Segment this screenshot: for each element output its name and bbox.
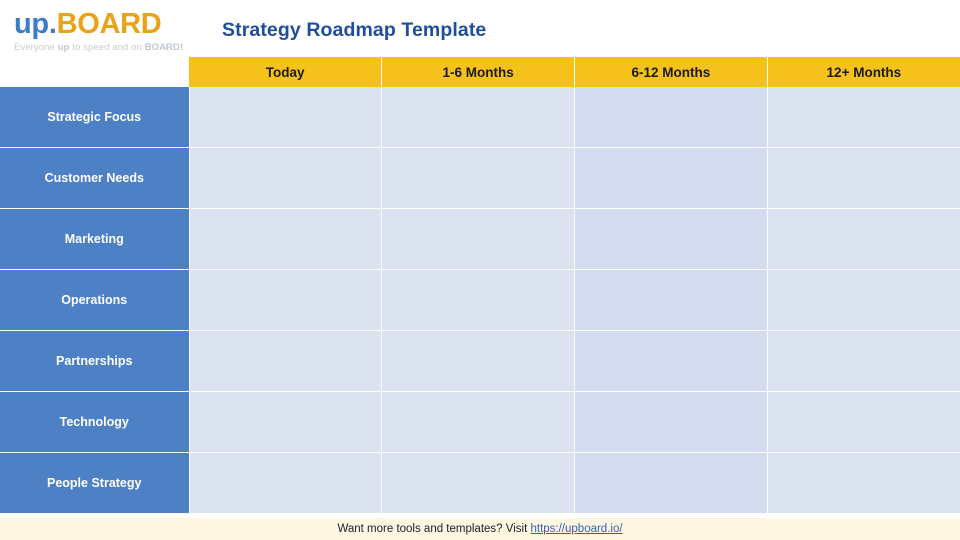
cell-marketing-1-6[interactable] — [381, 208, 575, 270]
cell-people-strategy-12plus[interactable] — [767, 452, 960, 513]
cell-partnerships-today[interactable] — [189, 330, 383, 392]
row-label-operations: Operations — [0, 269, 190, 331]
row-label-technology: Technology — [0, 391, 190, 453]
logo-tagline-pre: Everyone — [14, 42, 58, 53]
column-header-today: Today — [189, 57, 383, 87]
page-title: Strategy Roadmap Template — [222, 19, 487, 41]
cell-customer-needs-today[interactable] — [189, 147, 383, 209]
cell-strategic-focus-6-12[interactable] — [574, 87, 768, 148]
logo-up-text: up. — [14, 8, 57, 40]
row-label-partnerships: Partnerships — [0, 330, 190, 392]
logo-tagline: Everyone up to speed and on BOARD! — [14, 42, 204, 53]
table-row: Strategic Focus — [0, 87, 960, 148]
footer-bar: Want more tools and templates? Visit htt… — [0, 518, 960, 540]
cell-technology-1-6[interactable] — [381, 391, 575, 453]
cell-operations-today[interactable] — [189, 269, 383, 331]
cell-strategic-focus-today[interactable] — [189, 87, 383, 148]
header-corner-blank — [0, 57, 189, 87]
logo-tagline-mid: to speed and on — [69, 42, 145, 53]
table-row: Operations — [0, 269, 960, 331]
row-label-people-strategy: People Strategy — [0, 452, 190, 513]
cell-technology-12plus[interactable] — [767, 391, 960, 453]
cell-marketing-12plus[interactable] — [767, 208, 960, 270]
column-header-1-6-months: 1-6 Months — [381, 57, 575, 87]
row-label-marketing: Marketing — [0, 208, 190, 270]
table-header-row: Today 1-6 Months 6-12 Months 12+ Months — [0, 57, 960, 87]
cell-customer-needs-1-6[interactable] — [381, 147, 575, 209]
table-row: Marketing — [0, 208, 960, 270]
cell-strategic-focus-12plus[interactable] — [767, 87, 960, 148]
cell-operations-6-12[interactable] — [574, 269, 768, 331]
table-row: Partnerships — [0, 330, 960, 392]
table-header: Today 1-6 Months 6-12 Months 12+ Months — [0, 57, 960, 87]
cell-marketing-today[interactable] — [189, 208, 383, 270]
cell-partnerships-6-12[interactable] — [574, 330, 768, 392]
cell-marketing-6-12[interactable] — [574, 208, 768, 270]
cell-operations-12plus[interactable] — [767, 269, 960, 331]
logo-board-text: BOARD — [56, 8, 162, 40]
cell-people-strategy-1-6[interactable] — [381, 452, 575, 513]
cell-people-strategy-today[interactable] — [189, 452, 383, 513]
cell-technology-6-12[interactable] — [574, 391, 768, 453]
logo-tagline-bold-up: up — [57, 42, 70, 53]
table-row: People Strategy — [0, 452, 960, 513]
row-label-strategic-focus: Strategic Focus — [0, 87, 190, 148]
logo-wordmark: up.BOARD — [14, 8, 204, 40]
cell-strategic-focus-1-6[interactable] — [381, 87, 575, 148]
cell-technology-today[interactable] — [189, 391, 383, 453]
cell-partnerships-1-6[interactable] — [381, 330, 575, 392]
row-label-customer-needs: Customer Needs — [0, 147, 190, 209]
roadmap-table: Today 1-6 Months 6-12 Months 12+ Months … — [0, 57, 960, 513]
cell-operations-1-6[interactable] — [381, 269, 575, 331]
logo-tagline-bold-board: BOARD! — [144, 42, 184, 53]
footer-link[interactable]: https://upboard.io/ — [530, 523, 622, 535]
footer-text: Want more tools and templates? Visit — [337, 523, 531, 535]
cell-customer-needs-6-12[interactable] — [574, 147, 768, 209]
cell-people-strategy-6-12[interactable] — [574, 452, 768, 513]
table-row: Technology — [0, 391, 960, 453]
cell-partnerships-12plus[interactable] — [767, 330, 960, 392]
column-header-6-12-months: 6-12 Months — [574, 57, 768, 87]
upboard-logo: up.BOARD Everyone up to speed and on BOA… — [14, 8, 204, 56]
table-row: Customer Needs — [0, 147, 960, 209]
cell-customer-needs-12plus[interactable] — [767, 147, 960, 209]
table-body: Strategic Focus Customer Needs Marketing… — [0, 87, 960, 513]
column-header-12-plus-months: 12+ Months — [767, 57, 960, 87]
